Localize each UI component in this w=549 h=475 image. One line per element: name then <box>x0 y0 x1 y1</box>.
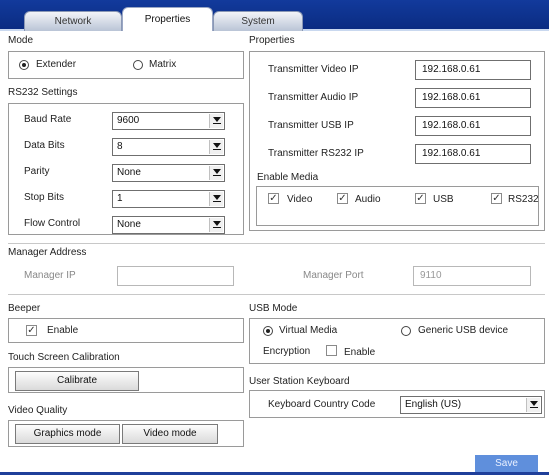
transmitter-audio-ip-label: Transmitter Audio IP <box>268 92 359 103</box>
beeper-group: ✓ Enable <box>8 318 244 343</box>
dropdown-arrow-icon[interactable] <box>209 218 223 232</box>
manager-address-title: Manager Address <box>8 247 87 258</box>
tab-system[interactable]: System <box>213 11 303 31</box>
video-mode-button[interactable]: Video mode <box>122 424 218 444</box>
baud-rate-value: 9600 <box>117 115 140 126</box>
mode-title: Mode <box>8 35 34 46</box>
encryption-label: Encryption <box>263 346 311 357</box>
manager-ip-label: Manager IP <box>24 270 76 281</box>
usb-virtual-media-label: Virtual Media <box>279 325 338 336</box>
media-usb-checkbox[interactable]: ✓ <box>415 193 426 204</box>
parity-select[interactable]: None <box>112 164 225 182</box>
media-audio-label: Audio <box>355 194 381 205</box>
stop-bits-label: Stop Bits <box>24 192 65 203</box>
dropdown-arrow-icon[interactable] <box>209 166 223 180</box>
data-bits-value: 8 <box>117 141 123 152</box>
video-quality-group: Graphics mode Video mode <box>8 420 244 447</box>
keyboard-title: User Station Keyboard <box>249 376 350 387</box>
usb-mode-title: USB Mode <box>249 303 298 314</box>
flow-control-value: None <box>117 219 141 230</box>
media-video-label: Video <box>287 194 313 205</box>
mode-matrix-label: Matrix <box>149 59 177 70</box>
encryption-enable-checkbox[interactable] <box>326 345 337 356</box>
keyboard-country-code-value: English (US) <box>405 399 462 410</box>
properties-title: Properties <box>249 35 295 46</box>
data-bits-select[interactable]: 8 <box>112 138 225 156</box>
beeper-enable-checkbox[interactable]: ✓ <box>26 325 37 336</box>
flow-control-select[interactable]: None <box>112 216 225 234</box>
video-quality-title: Video Quality <box>8 405 68 416</box>
manager-ip-field[interactable] <box>117 266 234 286</box>
rs232-group: Baud Rate 9600 Data Bits 8 Parity None S… <box>8 103 244 235</box>
keyboard-group: Keyboard Country Code English (US) <box>249 390 545 418</box>
dropdown-arrow-icon[interactable] <box>209 140 223 154</box>
dropdown-arrow-icon[interactable] <box>209 192 223 206</box>
parity-label: Parity <box>24 166 50 177</box>
touch-calibration-title: Touch Screen Calibration <box>8 352 120 363</box>
graphics-mode-button[interactable]: Graphics mode <box>15 424 120 444</box>
media-video-checkbox[interactable]: ✓ <box>268 193 279 204</box>
media-rs232-label: RS232 <box>508 194 539 205</box>
divider <box>8 294 545 295</box>
baud-rate-select[interactable]: 9600 <box>112 112 225 130</box>
media-audio-checkbox[interactable]: ✓ <box>337 193 348 204</box>
touch-calibration-group: Calibrate <box>8 367 244 393</box>
save-button[interactable]: Save <box>475 455 538 472</box>
flow-control-label: Flow Control <box>24 218 81 229</box>
mode-group: Extender Matrix <box>8 51 244 79</box>
transmitter-video-ip-label: Transmitter Video IP <box>268 64 359 75</box>
divider <box>8 243 545 244</box>
transmitter-rs232-ip-label: Transmitter RS232 IP <box>268 148 364 159</box>
transmitter-audio-ip-field[interactable]: 192.168.0.61 <box>415 88 531 108</box>
beeper-title: Beeper <box>8 303 41 314</box>
dropdown-arrow-icon[interactable] <box>526 398 540 412</box>
usb-virtual-media-radio[interactable] <box>263 326 273 336</box>
calibrate-button[interactable]: Calibrate <box>15 371 139 391</box>
rs232-title: RS232 Settings <box>8 87 78 98</box>
enable-media-title: Enable Media <box>257 172 319 183</box>
enable-media-group: ✓ Video ✓ Audio ✓ USB ✓ RS232 <box>256 186 539 226</box>
keyboard-country-code-label: Keyboard Country Code <box>268 399 376 410</box>
mode-extender-radio[interactable] <box>19 60 29 70</box>
manager-port-field[interactable]: 9110 <box>413 266 531 286</box>
media-rs232-checkbox[interactable]: ✓ <box>491 193 502 204</box>
properties-group: Transmitter Video IP 192.168.0.61 Transm… <box>249 51 545 231</box>
mode-matrix-radio[interactable] <box>133 60 143 70</box>
transmitter-usb-ip-field[interactable]: 192.168.0.61 <box>415 116 531 136</box>
baud-rate-label: Baud Rate <box>24 114 72 125</box>
encryption-enable-label: Enable <box>344 347 376 358</box>
usb-generic-device-radio[interactable] <box>401 326 411 336</box>
tab-network[interactable]: Network <box>24 11 122 31</box>
manager-port-label: Manager Port <box>303 270 364 281</box>
transmitter-video-ip-field[interactable]: 192.168.0.61 <box>415 60 531 80</box>
stop-bits-select[interactable]: 1 <box>112 190 225 208</box>
keyboard-country-code-select[interactable]: English (US) <box>400 396 542 414</box>
data-bits-label: Data Bits <box>24 140 65 151</box>
dropdown-arrow-icon[interactable] <box>209 114 223 128</box>
usb-mode-group: Virtual Media Generic USB device Encrypt… <box>249 318 545 364</box>
transmitter-rs232-ip-field[interactable]: 192.168.0.61 <box>415 144 531 164</box>
stop-bits-value: 1 <box>117 193 123 204</box>
mode-extender-label: Extender <box>36 59 77 70</box>
media-usb-label: USB <box>433 194 454 205</box>
transmitter-usb-ip-label: Transmitter USB IP <box>268 120 354 131</box>
parity-value: None <box>117 167 141 178</box>
beeper-enable-label: Enable <box>47 325 79 336</box>
tab-properties[interactable]: Properties <box>122 7 213 31</box>
usb-generic-device-label: Generic USB device <box>418 325 509 336</box>
